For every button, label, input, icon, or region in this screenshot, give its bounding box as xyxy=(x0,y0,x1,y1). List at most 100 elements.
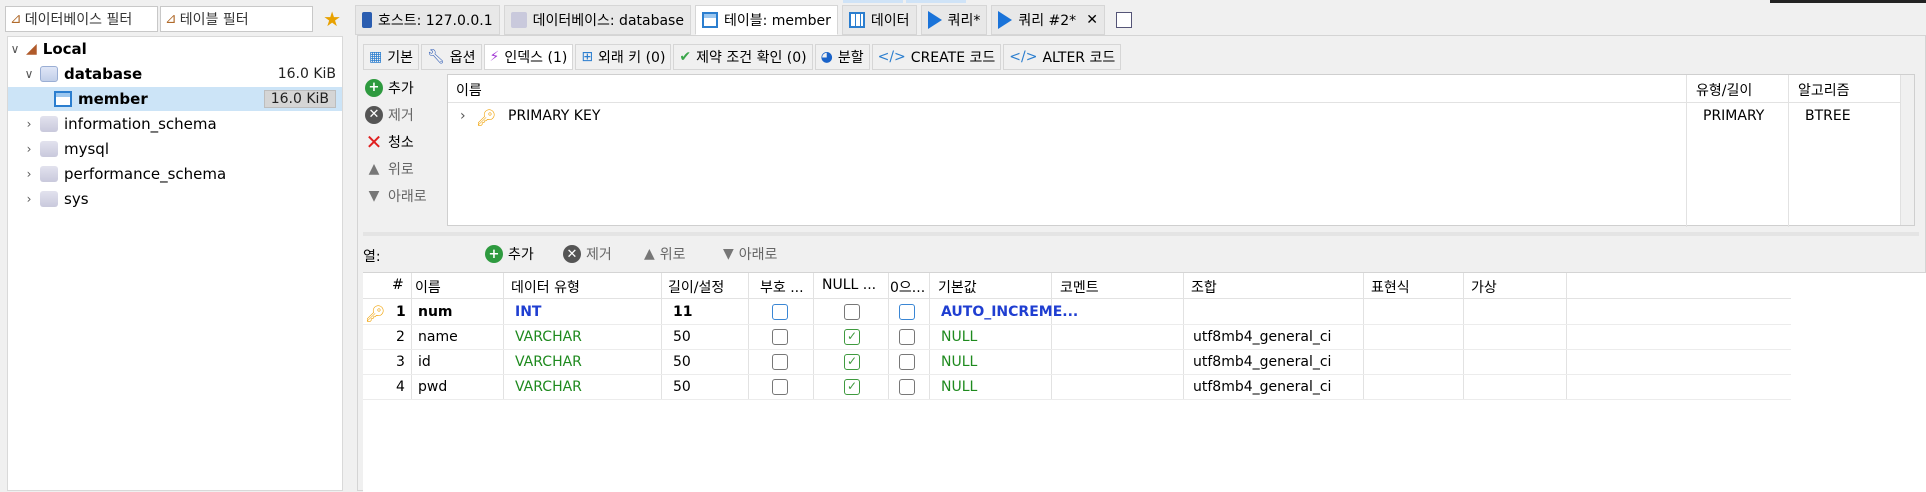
tree-node-database[interactable]: ∨ database 16.0 KiB xyxy=(8,62,342,86)
tree-node-performance-schema[interactable]: › performance_schema xyxy=(8,162,342,186)
database-filter-input[interactable]: ⊿ 데이터베이스 필터 xyxy=(5,6,159,32)
plus-icon: + xyxy=(485,245,503,263)
header-length[interactable]: 길이/설정 xyxy=(668,277,724,297)
chevron-down-icon[interactable]: ∨ xyxy=(22,67,36,81)
header-datatype[interactable]: 데이터 유형 xyxy=(511,277,580,297)
session-tree: ∨ ◢ Local ∨ database 16.0 KiB member 16.… xyxy=(7,36,343,491)
header-unsigned[interactable]: 부호 ... xyxy=(760,277,804,297)
unsigned-checkbox[interactable] xyxy=(772,354,788,370)
allow-null-checkbox[interactable]: ✓ xyxy=(844,379,860,395)
allow-null-checkbox[interactable] xyxy=(844,304,860,320)
header-virtual[interactable]: 가상 xyxy=(1471,277,1497,297)
database-icon xyxy=(40,166,58,182)
column-row[interactable]: 2 name VARCHAR 50 ✓ NULL utf8mb4_general… xyxy=(363,325,1791,350)
tree-node-local[interactable]: ∨ ◢ Local xyxy=(8,37,342,61)
index-up-button[interactable]: ▲ 위로 xyxy=(363,155,443,182)
zerofill-checkbox[interactable] xyxy=(899,379,915,395)
star-icon[interactable]: ★ xyxy=(323,7,341,31)
zerofill-checkbox[interactable] xyxy=(899,329,915,345)
database-icon xyxy=(510,12,527,28)
chevron-right-icon[interactable]: › xyxy=(22,117,36,131)
tree-node-mysql[interactable]: › mysql xyxy=(8,137,342,161)
allow-null-checkbox[interactable]: ✓ xyxy=(844,329,860,345)
zerofill-checkbox[interactable] xyxy=(899,304,915,320)
database-icon xyxy=(40,66,58,82)
tab-check-constraints[interactable]: ✔ 제약 조건 확인 (0) xyxy=(673,44,813,70)
tab-query-1[interactable]: 쿼리* xyxy=(920,5,988,35)
column-row[interactable]: 🔑︎ 1 num INT 11 AUTO_INCREME... xyxy=(363,300,1791,325)
index-toolbar: + 추가 ✕ 제거 ✕ 청소 ▲ 위로 ▼ 아래로 xyxy=(363,74,443,209)
key-icon: 🔑︎ xyxy=(476,108,497,127)
zerofill-checkbox[interactable] xyxy=(899,354,915,370)
tab-partition[interactable]: ◕ 분할 xyxy=(814,44,870,70)
column-row[interactable]: 4 pwd VARCHAR 50 ✓ NULL utf8mb4_general_… xyxy=(363,375,1791,400)
tree-node-member[interactable]: member 16.0 KiB xyxy=(8,87,342,111)
filter-icon: ⊿ xyxy=(165,11,177,27)
table-filter-input[interactable]: ⊿ 테이블 필터 xyxy=(160,6,314,32)
tree-node-information-schema[interactable]: › information_schema xyxy=(8,112,342,136)
lightning-icon: ⚡︎ xyxy=(489,49,500,65)
header-zerofill[interactable]: 0으... xyxy=(890,277,925,297)
tab-basic[interactable]: ▦ 기본 xyxy=(363,44,419,70)
unsigned-checkbox[interactable] xyxy=(772,304,788,320)
chevron-down-icon[interactable]: ∨ xyxy=(8,42,22,56)
pane-splitter[interactable] xyxy=(363,232,1919,236)
tab-query-2[interactable]: 쿼리 #2* ✕ xyxy=(991,5,1105,35)
chevron-right-icon[interactable]: › xyxy=(22,167,36,181)
allow-null-checkbox[interactable]: ✓ xyxy=(844,354,860,370)
filter-icon: ⊿ xyxy=(10,11,22,27)
tab-foreign-keys[interactable]: ⊞ 외래 키 (0) xyxy=(575,44,672,70)
index-remove-button[interactable]: ✕ 제거 xyxy=(363,101,443,128)
header-algorithm[interactable]: 알고리즘 xyxy=(1798,80,1850,100)
tree-node-sys[interactable]: › sys xyxy=(8,187,342,211)
index-down-button[interactable]: ▼ 아래로 xyxy=(363,182,443,209)
chevron-right-icon[interactable]: › xyxy=(460,108,466,124)
table-editor: ▦ 기본 🔧︎ 옵션 ⚡︎ 인덱스 (1) ⊞ 외래 키 (0) ✔ 제약 조건… xyxy=(357,35,1926,492)
header-name[interactable]: 이름 xyxy=(456,80,482,100)
column-add-button[interactable]: + 추가 xyxy=(485,244,534,264)
unsigned-checkbox[interactable] xyxy=(772,379,788,395)
tab-indexes[interactable]: ⚡︎ 인덱스 (1) xyxy=(483,44,574,70)
table-icon: ▦ xyxy=(369,49,383,65)
columns-grid-header: # 이름 데이터 유형 길이/설정 부호 ... NULL ... 0으... … xyxy=(363,273,1791,299)
tab-host[interactable]: 호스트: 127.0.0.1 xyxy=(355,5,500,35)
columns-grid: # 이름 데이터 유형 길이/설정 부호 ... NULL ... 0으... … xyxy=(363,272,1926,492)
database-icon xyxy=(40,191,58,207)
tab-create-code[interactable]: </> CREATE 코드 xyxy=(871,44,1002,70)
index-grid: 이름 유형/길이 알고리즘 › 🔑︎ PRIMARY KEY PRIMARY B… xyxy=(447,74,1915,227)
new-query-tab-button[interactable] xyxy=(1109,5,1145,35)
header-collation[interactable]: 조합 xyxy=(1191,277,1217,297)
tab-alter-code[interactable]: </> ALTER 코드 xyxy=(1003,44,1122,70)
close-icon[interactable]: ✕ xyxy=(1086,12,1098,28)
header-allow-null[interactable]: NULL ... xyxy=(822,277,876,293)
index-row[interactable]: › 🔑︎ PRIMARY KEY PRIMARY BTREE xyxy=(448,103,1914,129)
arrow-up-icon: ▲ xyxy=(644,246,655,262)
column-down-button[interactable]: ▼ 아래로 xyxy=(723,244,777,264)
chevron-right-icon[interactable]: › xyxy=(22,192,36,206)
header-type-length[interactable]: 유형/길이 xyxy=(1696,80,1752,100)
header-expression[interactable]: 표현식 xyxy=(1371,277,1410,297)
header-default[interactable]: 기본값 xyxy=(938,277,977,297)
header-comment[interactable]: 코멘트 xyxy=(1060,277,1099,297)
host-icon xyxy=(362,12,372,28)
index-pane: + 추가 ✕ 제거 ✕ 청소 ▲ 위로 ▼ 아래로 이름 유형/길이 알고리즘 … xyxy=(363,74,1916,228)
header-name[interactable]: 이름 xyxy=(415,277,441,297)
header-num[interactable]: # xyxy=(392,277,404,293)
column-remove-button[interactable]: ✕ 제거 xyxy=(563,244,612,264)
main-tabs: 호스트: 127.0.0.1 데이터베이스: database 테이블: mem… xyxy=(355,5,1145,35)
index-add-button[interactable]: + 추가 xyxy=(363,74,443,101)
tab-database[interactable]: 데이터베이스: database xyxy=(503,5,691,35)
unsigned-checkbox[interactable] xyxy=(772,329,788,345)
chevron-right-icon[interactable]: › xyxy=(22,142,36,156)
tab-options[interactable]: 🔧︎ 옵션 xyxy=(421,44,482,70)
index-scrollbar[interactable] xyxy=(1900,75,1914,225)
column-row[interactable]: 3 id VARCHAR 50 ✓ NULL utf8mb4_general_c… xyxy=(363,350,1791,375)
columns-label: 열: xyxy=(363,249,381,265)
column-up-button[interactable]: ▲ 위로 xyxy=(644,244,686,264)
tab-table[interactable]: 테이블: member xyxy=(694,5,838,35)
tab-data[interactable]: 데이터 xyxy=(841,5,917,35)
grid-icon xyxy=(848,12,865,28)
strip-segment xyxy=(906,0,966,3)
play-icon xyxy=(998,11,1013,29)
index-clear-button[interactable]: ✕ 청소 xyxy=(363,128,443,155)
